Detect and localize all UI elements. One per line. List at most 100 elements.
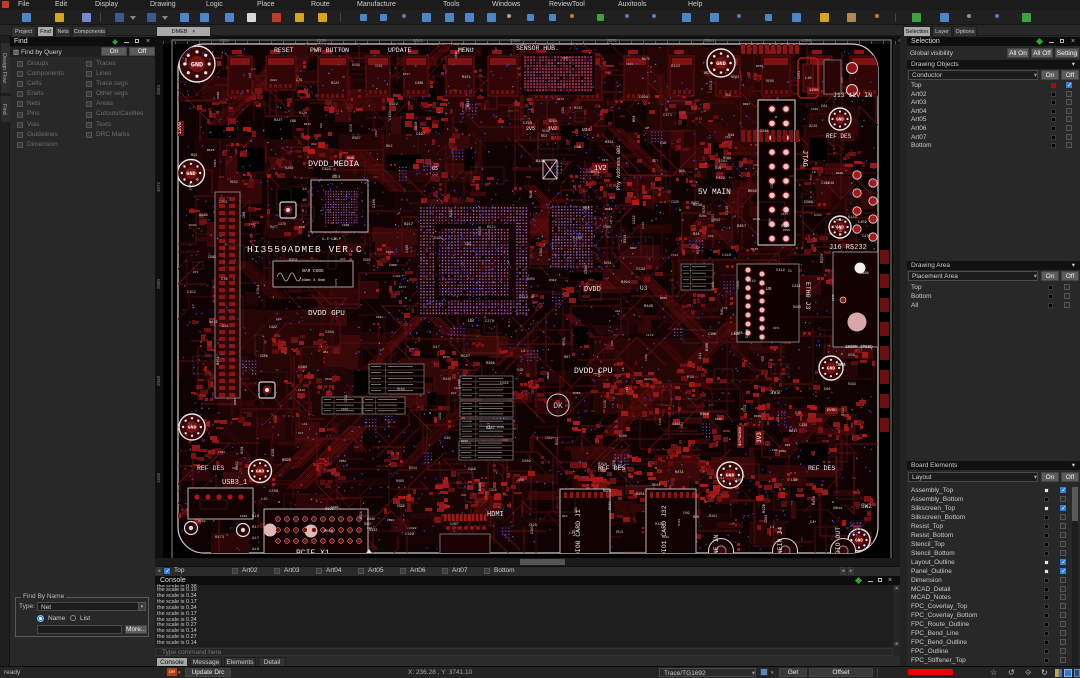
svg-text:R413: R413 bbox=[549, 278, 557, 282]
svg-text:U2: U2 bbox=[645, 126, 649, 130]
svg-text:C4: C4 bbox=[810, 521, 815, 525]
svg-text:C298: C298 bbox=[405, 533, 415, 537]
svg-text:C248: C248 bbox=[826, 182, 834, 186]
svg-text:C352: C352 bbox=[187, 291, 196, 295]
svg-text:J16 RS232: J16 RS232 bbox=[829, 244, 867, 252]
svg-text:C1: C1 bbox=[788, 269, 792, 273]
svg-text:R487: R487 bbox=[743, 103, 750, 106]
svg-text:R450: R450 bbox=[813, 495, 817, 505]
svg-text:C72: C72 bbox=[722, 307, 728, 310]
svg-text:R226: R226 bbox=[349, 124, 353, 132]
svg-text:R74: R74 bbox=[832, 226, 838, 230]
svg-text:C185: C185 bbox=[406, 245, 410, 253]
svg-text:C585: C585 bbox=[455, 51, 458, 58]
svg-text:C169: C169 bbox=[454, 387, 461, 390]
svg-text:R217: R217 bbox=[404, 223, 413, 227]
svg-text:R58: R58 bbox=[583, 207, 589, 211]
svg-text:C432: C432 bbox=[218, 451, 225, 454]
svg-text:R260: R260 bbox=[198, 519, 206, 523]
svg-text:R251: R251 bbox=[636, 493, 645, 497]
svg-text:GND: GND bbox=[188, 425, 197, 431]
svg-text:U17: U17 bbox=[433, 346, 440, 350]
svg-text:C285: C285 bbox=[659, 418, 662, 425]
svg-text:A2: A2 bbox=[591, 410, 595, 413]
svg-text:C433: C433 bbox=[389, 263, 397, 267]
svg-text:L15: L15 bbox=[573, 529, 577, 536]
svg-text:C433: C433 bbox=[626, 63, 633, 66]
svg-text:R309: R309 bbox=[783, 229, 790, 232]
svg-text:R128: R128 bbox=[299, 112, 307, 116]
svg-text:C267: C267 bbox=[450, 522, 458, 526]
svg-text:C393: C393 bbox=[322, 168, 331, 172]
svg-text:C283: C283 bbox=[765, 515, 769, 523]
svg-text:C57: C57 bbox=[652, 160, 658, 164]
svg-text:GND: GND bbox=[855, 540, 863, 544]
svg-text:R142: R142 bbox=[450, 209, 454, 217]
svg-text:R29: R29 bbox=[687, 376, 695, 380]
svg-text:R35: R35 bbox=[785, 444, 790, 447]
svg-text:R108: R108 bbox=[479, 483, 483, 491]
svg-text:U21: U21 bbox=[340, 257, 346, 261]
svg-text:L10: L10 bbox=[791, 479, 797, 483]
svg-text:R24: R24 bbox=[693, 233, 700, 237]
svg-text:R321: R321 bbox=[605, 141, 614, 145]
svg-text:C238: C238 bbox=[603, 400, 607, 408]
svg-text:R457: R457 bbox=[737, 225, 746, 229]
svg-text:L7: L7 bbox=[380, 348, 384, 352]
svg-text:R386: R386 bbox=[386, 251, 393, 254]
svg-text:C81: C81 bbox=[681, 422, 685, 428]
svg-text:R477: R477 bbox=[270, 225, 278, 229]
svg-text:R54: R54 bbox=[633, 116, 637, 122]
svg-text:U11: U11 bbox=[699, 353, 703, 359]
svg-text:C137: C137 bbox=[781, 213, 788, 216]
svg-text:C91: C91 bbox=[367, 527, 373, 530]
svg-text:C342: C342 bbox=[438, 412, 442, 420]
svg-text:U24: U24 bbox=[332, 174, 340, 180]
svg-text:C433: C433 bbox=[626, 387, 629, 394]
svg-text:U39: U39 bbox=[444, 437, 450, 441]
svg-text:C459: C459 bbox=[858, 221, 867, 225]
svg-text:R227: R227 bbox=[274, 119, 282, 123]
svg-text:REF DES: REF DES bbox=[826, 133, 852, 140]
svg-text:C538: C538 bbox=[636, 268, 646, 272]
svg-text:C151: C151 bbox=[375, 64, 383, 68]
svg-text:R483: R483 bbox=[396, 479, 404, 483]
svg-text:C105: C105 bbox=[373, 198, 377, 208]
svg-text:R294: R294 bbox=[621, 281, 631, 285]
svg-text:R199: R199 bbox=[542, 129, 550, 133]
svg-text:R568: R568 bbox=[199, 214, 208, 218]
svg-text:R312: R312 bbox=[842, 408, 846, 416]
svg-text:R87: R87 bbox=[451, 392, 457, 395]
svg-text:C315: C315 bbox=[838, 363, 846, 367]
svg-text:C30: C30 bbox=[795, 412, 802, 416]
svg-text:REF DES: REF DES bbox=[808, 465, 835, 472]
svg-text:R366: R366 bbox=[486, 362, 495, 366]
svg-text:C545: C545 bbox=[598, 469, 606, 473]
svg-text:C191: C191 bbox=[731, 333, 741, 337]
svg-text:U51: U51 bbox=[323, 351, 328, 354]
svg-text:C48: C48 bbox=[517, 369, 523, 373]
svg-text:C18: C18 bbox=[299, 225, 305, 229]
svg-text:C134: C134 bbox=[799, 424, 807, 428]
svg-text:SW2: SW2 bbox=[861, 503, 872, 510]
svg-text:R251: R251 bbox=[604, 261, 612, 265]
svg-text:C598: C598 bbox=[639, 96, 649, 100]
svg-text:R573: R573 bbox=[443, 356, 450, 359]
svg-text:C221: C221 bbox=[743, 404, 747, 412]
svg-text:SENSOR HUB.: SENSOR HUB. bbox=[516, 45, 559, 52]
svg-text:R451: R451 bbox=[217, 356, 221, 365]
svg-text:C409: C409 bbox=[389, 110, 393, 120]
svg-text:1V8: 1V8 bbox=[362, 515, 367, 518]
svg-text:C479: C479 bbox=[862, 235, 870, 239]
svg-text:PWR: PWR bbox=[757, 129, 762, 132]
svg-text:R422: R422 bbox=[603, 489, 611, 493]
svg-text:R287: R287 bbox=[574, 107, 583, 111]
svg-text:R295: R295 bbox=[715, 418, 722, 421]
svg-text:C79: C79 bbox=[296, 79, 302, 83]
svg-text:R151: R151 bbox=[773, 327, 780, 330]
svg-text:C293: C293 bbox=[562, 57, 569, 60]
svg-text:A17: A17 bbox=[252, 537, 260, 541]
svg-text:C561: C561 bbox=[500, 382, 510, 386]
svg-text:C482: C482 bbox=[393, 274, 401, 278]
svg-text:C239: C239 bbox=[269, 490, 279, 494]
